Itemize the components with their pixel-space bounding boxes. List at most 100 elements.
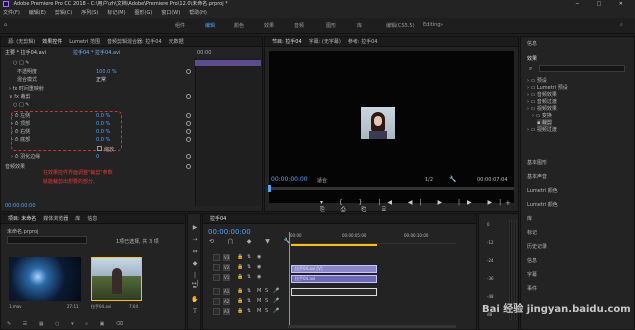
sync-icon[interactable]: ⇅ — [247, 288, 251, 294]
panel-tab[interactable]: 字幕: (无字幕) — [309, 39, 341, 45]
timeline-playhead[interactable] — [289, 232, 290, 327]
ripple-edit-icon[interactable]: ⇔ — [191, 248, 199, 256]
menu-item[interactable]: 剪辑(C) — [55, 10, 72, 16]
selection-tool-icon[interactable]: ▶ — [191, 224, 199, 232]
panel-tab[interactable]: 效果控件 — [42, 39, 62, 45]
menu-item[interactable]: 图形(G) — [135, 10, 153, 16]
sync-icon[interactable]: ⇅ — [247, 298, 251, 304]
menu-item[interactable]: 标记(M) — [107, 10, 125, 16]
reset-icon[interactable] — [186, 137, 191, 142]
type-icon[interactable]: T — [191, 308, 199, 316]
crop-shape-tools[interactable]: ○ □ ✎ — [5, 102, 29, 109]
solo-button[interactable]: S — [265, 308, 268, 314]
menu-item[interactable]: 文件(F) — [3, 10, 20, 16]
audio-track-header[interactable]: A2 🔒 ⇅ M S 🎤 — [207, 298, 287, 307]
time-ruler[interactable]: 00:00 00:00:05:00 00:00:10:00 — [288, 232, 456, 244]
window-controls[interactable]: ─ □ ✕ — [576, 0, 631, 9]
panel-tab[interactable]: 源: (无剪辑) — [8, 39, 35, 45]
panel-tab[interactable]: 元数据 — [169, 39, 184, 45]
clip-v1[interactable]: 拉手04.avi — [291, 275, 377, 283]
video-track-header[interactable]: V2 🔒 ⇅ ◉ — [207, 264, 287, 273]
mic-icon[interactable]: 🎤 — [273, 298, 279, 304]
panel-section[interactable]: 历史记录 — [527, 241, 547, 253]
panel-tab[interactable]: 媒体浏览器 — [43, 216, 68, 222]
menu-item[interactable]: 编辑(E) — [29, 10, 46, 16]
sync-icon[interactable]: ⇅ — [247, 274, 251, 280]
video-track-header[interactable]: V1 🔒 ⇅ ◉ — [207, 274, 287, 283]
workspace-tab[interactable]: 库 — [357, 22, 362, 29]
lock-icon[interactable]: 🔒 — [237, 274, 243, 280]
sync-icon[interactable]: ⇅ — [247, 264, 251, 270]
blend-mode-select[interactable]: 正常 — [96, 77, 106, 84]
reset-icon[interactable] — [186, 121, 191, 126]
sync-icon[interactable]: ⇅ — [247, 254, 251, 260]
mic-icon[interactable]: 🎤 — [273, 288, 279, 294]
fx-value[interactable]: 0.0 % — [96, 129, 110, 136]
track-target[interactable] — [213, 298, 220, 305]
track-target[interactable] — [213, 288, 220, 295]
panel-section[interactable]: 基本声音 — [527, 171, 547, 183]
lock-icon[interactable]: 🔒 — [237, 288, 243, 294]
menu-item[interactable]: 窗口(W) — [161, 10, 180, 16]
clip-audio-selected[interactable] — [291, 288, 377, 296]
track-target[interactable] — [213, 274, 220, 281]
workspace-tab[interactable]: 图形 — [326, 22, 336, 29]
panel-tab[interactable]: 库 — [75, 216, 80, 222]
audio-track-header[interactable]: A1 🔒 ⇅ M S 🎤 — [207, 288, 287, 297]
add-button[interactable]: + — [505, 199, 511, 207]
panel-section[interactable]: 标记 — [527, 227, 537, 239]
workspace-tab[interactable]: Editing — [423, 22, 440, 28]
pen-icon[interactable]: ✒ — [191, 284, 199, 292]
ratio-dropdown[interactable]: 1/2 — [425, 177, 433, 183]
eye-icon[interactable]: ◉ — [257, 264, 261, 270]
sync-icon[interactable]: ⇅ — [247, 308, 251, 314]
mute-button[interactable]: M — [257, 298, 261, 304]
hand-icon[interactable]: ✋ — [191, 296, 199, 304]
playhead-bar[interactable] — [269, 187, 514, 190]
lock-icon[interactable]: 🔒 — [237, 264, 243, 270]
info-section-label[interactable]: 信息 — [527, 40, 537, 47]
panel-section[interactable]: 字幕 — [527, 269, 537, 281]
mute-button[interactable]: M — [257, 308, 261, 314]
eye-icon[interactable]: ◉ — [257, 254, 261, 260]
project-item-thumbnail-2[interactable] — [91, 257, 142, 301]
fx-value[interactable]: 0.0 % — [96, 121, 110, 128]
panel-section[interactable]: 信息 — [527, 255, 537, 267]
slip-icon[interactable]: |↔| — [191, 272, 199, 287]
workspace-tab[interactable]: 音频 — [294, 22, 304, 29]
solo-button[interactable]: S — [265, 288, 268, 294]
panel-section[interactable]: 库 — [527, 213, 532, 225]
reset-icon[interactable] — [186, 69, 191, 74]
razor-icon[interactable]: ◆ — [191, 260, 199, 268]
project-search-input[interactable] — [7, 236, 87, 244]
track-target[interactable] — [213, 308, 220, 315]
panel-tab[interactable]: 节目: 拉手04 — [272, 39, 302, 45]
video-track-header[interactable]: V3 🔒 ⇅ ◉ — [207, 254, 287, 263]
lock-icon[interactable]: 🔒 — [237, 254, 243, 260]
panel-section[interactable]: Lumetri 颜色 — [527, 199, 558, 211]
menu-item[interactable]: 帮助(H) — [189, 10, 207, 16]
panel-tab[interactable]: 参考: 拉手04 — [348, 39, 378, 45]
fx-value[interactable]: 0.0 % — [96, 137, 110, 144]
effects-section-label[interactable]: 效果 — [527, 55, 537, 62]
home-icon[interactable]: ⌂ — [4, 22, 7, 28]
fx-value[interactable]: 100.0 % — [96, 69, 117, 76]
reset-icon[interactable] — [186, 164, 191, 169]
effects-search-input[interactable] — [539, 65, 625, 72]
track-select-icon[interactable]: ⇢ — [191, 236, 199, 244]
reset-icon[interactable] — [186, 129, 191, 134]
solo-button[interactable]: S — [265, 298, 268, 304]
workspace-tab[interactable]: 组件 — [175, 22, 185, 29]
panel-tab[interactable]: 项目: 未命名 — [8, 216, 36, 222]
menu-item[interactable]: 序列(S) — [81, 10, 98, 16]
panel-section[interactable]: Lumetri 颜色 — [527, 185, 558, 197]
panel-section[interactable]: 基本图形 — [527, 157, 547, 169]
workspace-tab[interactable]: 编辑(CS5.5) — [386, 22, 415, 29]
track-target[interactable] — [213, 254, 220, 261]
track-target[interactable] — [213, 264, 220, 271]
lock-icon[interactable]: 🔒 — [237, 298, 243, 304]
work-area-bar[interactable] — [291, 244, 377, 246]
clip-v2[interactable]: 拉手04.avi [V] — [291, 265, 377, 273]
panel-tab[interactable]: 信息 — [87, 216, 97, 222]
panel-tab[interactable]: Lumetri 范围 — [69, 39, 100, 45]
